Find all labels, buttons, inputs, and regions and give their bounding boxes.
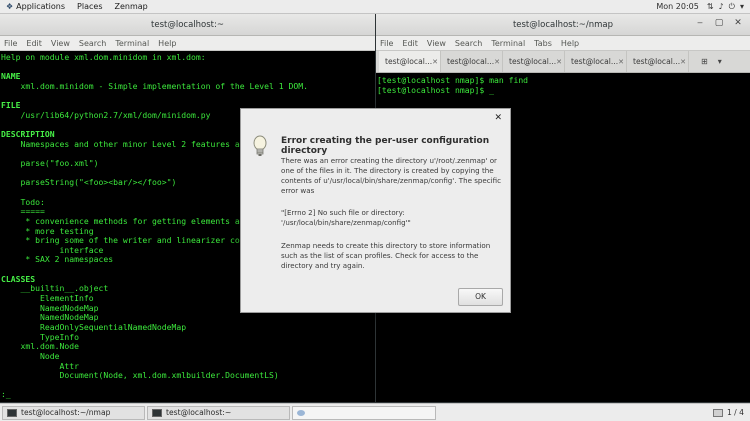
taskbar-item-zenmap[interactable] bbox=[292, 405, 436, 420]
taskbar-item-label: test@localhost:~ bbox=[166, 408, 232, 417]
terminal-line: Document(Node, xml.dom.xmlbuilder.Docume… bbox=[1, 370, 279, 381]
close-icon[interactable]: ✕ bbox=[680, 58, 686, 66]
applications-menu[interactable]: ❖ Applications bbox=[0, 0, 71, 14]
window-title-left: test@localhost:~ bbox=[151, 19, 224, 30]
close-icon[interactable]: ✕ bbox=[618, 58, 624, 66]
tab-label: test@local... bbox=[385, 57, 433, 66]
terminal-line: :_ bbox=[1, 389, 11, 400]
error-dialog: ✕ Error creating the per-user configurat… bbox=[240, 108, 511, 313]
menu-view[interactable]: View bbox=[51, 39, 70, 48]
zenmap-eye-icon bbox=[297, 409, 305, 416]
tab-2[interactable]: test@local... ✕ bbox=[441, 51, 503, 72]
menu-file[interactable]: File bbox=[380, 39, 393, 48]
maximize-button[interactable]: ▢ bbox=[713, 18, 725, 28]
clock[interactable]: Mon 20:05 bbox=[648, 2, 706, 11]
taskbar-item-home-terminal[interactable]: test@localhost:~ bbox=[147, 405, 290, 420]
tab-list-chevron-down-icon[interactable]: ▾ bbox=[718, 57, 722, 66]
terminal-icon bbox=[152, 408, 162, 417]
menu-view[interactable]: View bbox=[427, 39, 446, 48]
dialog-message: There was an error creating the director… bbox=[281, 156, 502, 195]
tab-label: test@local... bbox=[571, 57, 619, 66]
menu-terminal[interactable]: Terminal bbox=[115, 39, 149, 48]
workspace-label: 1 / 4 bbox=[726, 408, 744, 417]
menu-terminal[interactable]: Terminal bbox=[491, 39, 525, 48]
dialog-close-icon[interactable]: ✕ bbox=[494, 113, 502, 123]
terminal-output-right[interactable]: [test@localhost nmap]$ man find [test@loc… bbox=[376, 73, 750, 95]
terminal-line: [test@localhost nmap]$ _ bbox=[377, 84, 494, 95]
menubar-right: File Edit View Search Terminal Tabs Help bbox=[376, 36, 750, 51]
dialog-hint: Zenmap needs to create this directory to… bbox=[281, 241, 491, 270]
tab-bar: test@local... ✕ test@local... ✕ test@loc… bbox=[376, 51, 750, 73]
ok-button[interactable]: OK bbox=[458, 288, 503, 306]
taskbar-item-nmap-terminal[interactable]: test@localhost:~/nmap bbox=[2, 405, 145, 420]
top-panel: ❖ Applications Places Zenmap Mon 20:05 ⇅… bbox=[0, 0, 750, 14]
tab-3[interactable]: test@local... ✕ bbox=[503, 51, 565, 72]
terminal-icon bbox=[7, 408, 17, 417]
chevron-down-icon: ▾ bbox=[739, 1, 744, 11]
lightbulb-icon bbox=[253, 135, 267, 156]
terminal-line: xml.dom.minidom - Simple implementation … bbox=[1, 80, 308, 91]
power-icon: ⏻ bbox=[728, 1, 735, 11]
menu-search[interactable]: Search bbox=[455, 39, 482, 48]
close-button[interactable]: ✕ bbox=[732, 18, 744, 28]
workspace-switcher[interactable]: 1 / 4 bbox=[712, 408, 750, 417]
menu-file[interactable]: File bbox=[4, 39, 17, 48]
menu-help[interactable]: Help bbox=[561, 39, 579, 48]
system-tray[interactable]: ⇅ ♪ ⏻ ▾ bbox=[707, 2, 750, 12]
taskbar-item-label: test@localhost:~/nmap bbox=[21, 408, 111, 417]
window-title-right: test@localhost:~/nmap bbox=[512, 19, 614, 30]
workspace-icon bbox=[712, 408, 723, 417]
close-icon[interactable]: ✕ bbox=[494, 58, 500, 66]
places-menu[interactable]: Places bbox=[71, 0, 108, 14]
tab-1[interactable]: test@local... ✕ bbox=[379, 51, 441, 72]
places-label: Places bbox=[77, 2, 103, 11]
taskbar: test@localhost:~/nmap test@localhost:~ 1… bbox=[0, 403, 750, 421]
titlebar-left[interactable]: test@localhost:~ bbox=[0, 14, 375, 36]
volume-icon: ♪ bbox=[718, 1, 724, 11]
dialog-error-detail: "[Errno 2] No such file or directory: '/… bbox=[281, 208, 411, 227]
close-icon[interactable]: ✕ bbox=[556, 58, 562, 66]
minimize-button[interactable]: ‒ bbox=[694, 18, 706, 28]
applications-label: Applications bbox=[16, 2, 66, 11]
tab-5[interactable]: test@local... ✕ bbox=[627, 51, 689, 72]
menubar-left: File Edit View Search Terminal Help bbox=[0, 36, 375, 51]
tab-label: test@local... bbox=[633, 57, 681, 66]
zenmap-app-menu[interactable]: Zenmap bbox=[108, 0, 153, 14]
menu-tabs[interactable]: Tabs bbox=[534, 39, 552, 48]
menu-help[interactable]: Help bbox=[158, 39, 176, 48]
close-icon[interactable]: ✕ bbox=[432, 58, 438, 66]
terminal-line: Help on module xml.dom.minidom in xml.do… bbox=[1, 52, 206, 62]
menu-search[interactable]: Search bbox=[79, 39, 106, 48]
applications-icon: ❖ bbox=[6, 2, 14, 11]
tab-label: test@local... bbox=[447, 57, 495, 66]
tab-label: test@local... bbox=[509, 57, 557, 66]
menu-edit[interactable]: Edit bbox=[402, 39, 418, 48]
tab-4[interactable]: test@local... ✕ bbox=[565, 51, 627, 72]
dialog-title: Error creating the per-user configuratio… bbox=[281, 136, 490, 156]
titlebar-right[interactable]: test@localhost:~/nmap ‒ ▢ ✕ bbox=[376, 14, 750, 36]
zenmap-label: Zenmap bbox=[114, 2, 148, 11]
new-tab-icon[interactable]: ⊞ bbox=[701, 57, 708, 66]
network-icon: ⇅ bbox=[706, 1, 714, 11]
menu-edit[interactable]: Edit bbox=[26, 39, 42, 48]
